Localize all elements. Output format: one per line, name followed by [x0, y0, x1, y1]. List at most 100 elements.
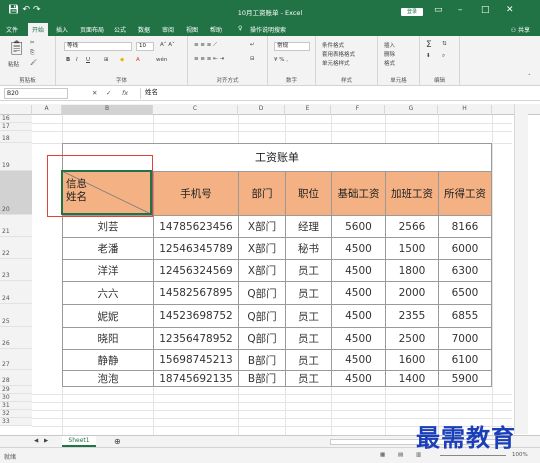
table-cell-phone[interactable]: 14582567895 [153, 281, 239, 305]
table-cell-position[interactable]: 员工 [285, 259, 332, 282]
row-header-23[interactable]: 23 [0, 259, 32, 281]
table-cell-phone[interactable]: 14523698752 [153, 304, 239, 328]
table-cell-phone[interactable]: 12546345789 [153, 237, 239, 260]
table-cell-department[interactable]: X部门 [238, 237, 286, 260]
table-cell-name[interactable]: 泡泡 [62, 370, 154, 387]
table-cell-position[interactable]: 秘书 [285, 237, 332, 260]
tab-formulas[interactable]: 公式 [114, 25, 126, 34]
font-color-icon[interactable]: A [136, 57, 140, 63]
table-cell-overtime-pay[interactable]: 1800 [385, 259, 439, 282]
table-cell-phone[interactable]: 14785623456 [153, 215, 239, 238]
table-cell-base-salary[interactable]: 4500 [331, 304, 386, 328]
col-header-h[interactable]: H [438, 105, 492, 115]
table-cell-position[interactable]: 员工 [285, 349, 332, 371]
find-icon[interactable]: ⌕ [442, 53, 445, 60]
col-header-e[interactable]: E [285, 105, 331, 115]
table-cell-net-pay[interactable]: 7000 [438, 327, 492, 350]
table-cell-net-pay[interactable]: 5900 [438, 370, 492, 387]
enter-icon[interactable]: ✓ [106, 89, 111, 97]
select-all-corner[interactable] [0, 105, 32, 115]
table-cell-name[interactable]: 刘芸 [62, 215, 154, 238]
tab-page-layout[interactable]: 页面布局 [80, 25, 104, 34]
row-header-28[interactable]: 28 [0, 370, 32, 386]
paste-icon[interactable]: 📋︎ [8, 40, 26, 56]
table-cell-department[interactable]: Q部门 [238, 304, 286, 328]
font-size-select[interactable]: 10 [136, 42, 154, 51]
tab-view[interactable]: 视图 [186, 25, 198, 34]
currency-icon[interactable]: ¥ % , [274, 57, 288, 63]
align-top-icon[interactable]: ≡ ≡ ≡ ⟋ [194, 42, 217, 49]
table-cell-net-pay[interactable]: 6100 [438, 349, 492, 371]
table-cell-department[interactable]: B部门 [238, 370, 286, 387]
minimize-icon[interactable]: – [458, 5, 463, 15]
underline-icon[interactable]: U [86, 57, 90, 63]
table-cell-base-salary[interactable]: 4500 [331, 349, 386, 371]
row-header-32[interactable]: 32 [0, 410, 32, 418]
col-header-f[interactable]: F [331, 105, 385, 115]
table-cell-position[interactable]: 员工 [285, 304, 332, 328]
merge-center-icon[interactable]: ⊟ [250, 56, 255, 62]
font-grow-icon[interactable]: A˄ A˅ [160, 42, 175, 48]
row-header-25[interactable]: 25 [0, 304, 32, 327]
login-button[interactable]: 登录 [401, 8, 423, 16]
row-header-31[interactable]: 31 [0, 402, 32, 410]
table-cell-net-pay[interactable]: 6300 [438, 259, 492, 282]
table-cell-overtime-pay[interactable]: 2500 [385, 327, 439, 350]
table-cell-department[interactable]: Q部门 [238, 281, 286, 305]
header-cell-base-salary[interactable]: 基础工资 [331, 171, 386, 216]
wrap-text-icon[interactable]: ↵ [250, 42, 255, 48]
table-cell-base-salary[interactable]: 4500 [331, 281, 386, 305]
table-cell-phone[interactable]: 15698745213 [153, 349, 239, 371]
table-cell-overtime-pay[interactable]: 2566 [385, 215, 439, 238]
fill-icon[interactable]: ⬇ [426, 53, 431, 59]
row-header-30[interactable]: 30 [0, 394, 32, 402]
row-header-24[interactable]: 24 [0, 281, 32, 304]
table-cell-position[interactable]: 经理 [285, 215, 332, 238]
table-cell-position[interactable]: 员工 [285, 370, 332, 387]
paste-label[interactable]: 粘贴 [8, 60, 19, 68]
cancel-icon[interactable]: ✕ [92, 89, 97, 97]
font-name-select[interactable]: 等线 [64, 42, 132, 51]
row-header-20[interactable]: 20 [0, 171, 32, 215]
insert-function-icon[interactable]: fx [122, 89, 128, 97]
zoom-slider[interactable] [440, 455, 506, 456]
col-header-d[interactable]: D [238, 105, 285, 115]
row-header-27[interactable]: 27 [0, 349, 32, 370]
table-cell-name[interactable]: 妮妮 [62, 304, 154, 328]
conditional-format-button[interactable]: 条件格式 [322, 41, 344, 49]
tab-home[interactable]: 开始 [28, 23, 49, 36]
table-cell-name[interactable]: 静静 [62, 349, 154, 371]
col-header-b[interactable]: B [62, 105, 153, 115]
table-cell-position[interactable]: 员工 [285, 327, 332, 350]
table-cell-phone[interactable]: 12356478952 [153, 327, 239, 350]
tab-review[interactable]: 审阅 [162, 25, 174, 34]
align-left-icon[interactable]: ≡ ≡ ≡ ⇤ ⇥ [194, 56, 224, 62]
border-icon[interactable]: ⊞ [104, 57, 109, 63]
page-layout-view-icon[interactable]: ▤ [398, 452, 403, 458]
table-cell-base-salary[interactable]: 5600 [331, 215, 386, 238]
number-format-select[interactable]: 常规 [274, 42, 310, 51]
table-cell-base-salary[interactable]: 4500 [331, 370, 386, 387]
italic-icon[interactable]: I [76, 57, 78, 63]
collapse-ribbon-icon[interactable]: ˄ [528, 74, 531, 80]
table-cell-department[interactable]: B部门 [238, 349, 286, 371]
sheet-next-icon[interactable]: ▶ [44, 438, 48, 444]
table-cell-net-pay[interactable]: 6500 [438, 281, 492, 305]
sort-filter-icon[interactable]: ⇅ [442, 41, 447, 47]
tab-help[interactable]: 帮助 [210, 25, 222, 34]
table-cell-position[interactable]: 员工 [285, 281, 332, 305]
header-cell-net-pay[interactable]: 所得工资 [438, 171, 492, 216]
header-cell-overtime-pay[interactable]: 加班工资 [385, 171, 439, 216]
sheet-prev-icon[interactable]: ◀ [34, 438, 38, 444]
table-cell-overtime-pay[interactable]: 1500 [385, 237, 439, 260]
row-header-19[interactable]: 19 [0, 143, 32, 171]
delete-cells-button[interactable]: 删除 [384, 50, 395, 58]
header-cell-department[interactable]: 部门 [238, 171, 286, 216]
sheet-tab-sheet1[interactable]: Sheet1 [62, 436, 96, 447]
ribbon-display-icon[interactable]: ▭ [434, 5, 443, 15]
table-cell-overtime-pay[interactable]: 2000 [385, 281, 439, 305]
table-cell-phone[interactable]: 18745692135 [153, 370, 239, 387]
tab-insert[interactable]: 插入 [56, 25, 68, 34]
cut-icon[interactable]: ✂ [30, 40, 35, 46]
table-cell-net-pay[interactable]: 6855 [438, 304, 492, 328]
